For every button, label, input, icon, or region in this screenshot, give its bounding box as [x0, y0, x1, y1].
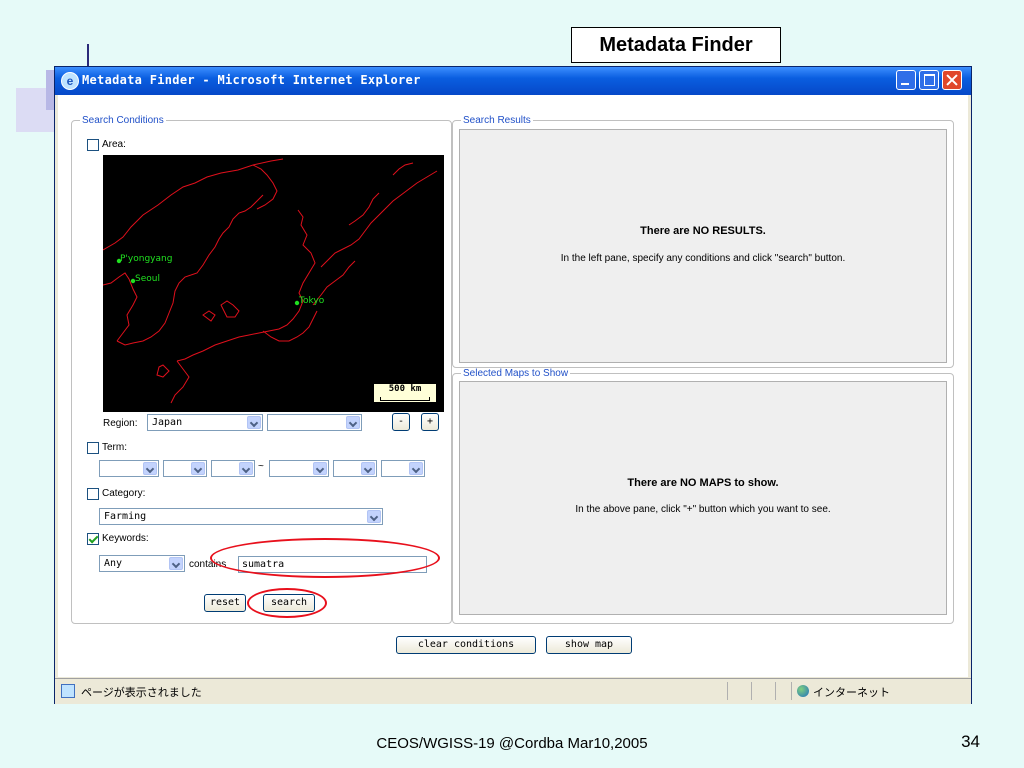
- chevron-down-icon: [313, 462, 327, 475]
- term-checkbox[interactable]: [87, 442, 99, 454]
- highlight-ellipse-search: [247, 588, 327, 618]
- status-bar: ページが表示されました インターネット: [55, 678, 971, 704]
- highlight-ellipse-keywords: [210, 538, 440, 578]
- chevron-down-icon: [247, 416, 261, 429]
- selected-maps-pane: There are NO MAPS to show. In the above …: [459, 381, 947, 615]
- chevron-down-icon: [361, 462, 375, 475]
- maximize-button[interactable]: [919, 70, 939, 90]
- chevron-down-icon: [367, 510, 381, 523]
- area-label: Area:: [102, 139, 126, 150]
- reset-button[interactable]: reset: [204, 594, 246, 612]
- close-button[interactable]: [942, 70, 962, 90]
- show-map-button[interactable]: show map: [546, 636, 632, 654]
- chevron-down-icon: [346, 416, 360, 429]
- keywords-mode-select[interactable]: Any: [99, 555, 185, 572]
- scale-label: 500 km: [388, 384, 422, 394]
- category-select[interactable]: Farming: [99, 508, 383, 525]
- term-label: Term:: [102, 442, 127, 453]
- region-value: Japan: [152, 417, 183, 428]
- chevron-down-icon: [239, 462, 253, 475]
- term-from-day-select[interactable]: [211, 460, 255, 477]
- slide-footer: CEOS/WGISS-19 @Cordba Mar10,2005: [376, 735, 648, 752]
- title-bar[interactable]: e Metadata Finder - Microsoft Internet E…: [55, 67, 971, 95]
- status-text: ページが表示されました: [81, 686, 202, 699]
- page-icon: [61, 684, 75, 698]
- city-label-seoul: Seoul: [135, 274, 160, 284]
- chevron-down-icon: [169, 557, 183, 570]
- category-label: Category:: [102, 488, 146, 499]
- area-map[interactable]: P'yongyang Seoul Tokyo 500 km: [103, 155, 444, 412]
- chevron-down-icon: [191, 462, 205, 475]
- status-divider: [775, 682, 776, 700]
- zoom-in-button[interactable]: +: [421, 413, 439, 431]
- no-results-message: There are NO RESULTS.: [640, 225, 766, 237]
- clear-conditions-button[interactable]: clear conditions: [396, 636, 536, 654]
- status-divider: [791, 682, 792, 700]
- no-results-hint: In the left pane, specify any conditions…: [560, 253, 846, 264]
- region-label: Region:: [103, 418, 138, 429]
- map-scale-bar: 500 km: [373, 383, 437, 403]
- zoom-out-button[interactable]: -: [392, 413, 410, 431]
- globe-icon: [797, 685, 809, 697]
- search-results-pane: There are NO RESULTS. In the left pane, …: [459, 129, 947, 363]
- term-to-day-select[interactable]: [381, 460, 425, 477]
- selected-maps-legend: Selected Maps to Show: [463, 368, 569, 379]
- window-title: Metadata Finder - Microsoft Internet Exp…: [82, 73, 421, 87]
- page-content: Search Conditions Area: P'yongyang Seoul…: [58, 95, 968, 677]
- ie-icon: e: [61, 72, 79, 90]
- page-number: 34: [961, 732, 980, 751]
- city-label-tokyo: Tokyo: [298, 296, 325, 306]
- term-from-month-select[interactable]: [163, 460, 207, 477]
- area-checkbox[interactable]: [87, 139, 99, 151]
- search-conditions-legend: Search Conditions: [82, 115, 164, 126]
- minimize-button[interactable]: [896, 70, 916, 90]
- category-checkbox[interactable]: [87, 488, 99, 500]
- slide-title: Metadata Finder: [571, 27, 781, 63]
- sub-region-select[interactable]: [267, 414, 362, 431]
- keywords-mode-value: Any: [104, 558, 123, 569]
- search-results-legend: Search Results: [463, 115, 531, 126]
- keywords-label: Keywords:: [102, 533, 149, 544]
- scale-ruler: [380, 397, 430, 401]
- category-value: Farming: [104, 511, 147, 522]
- chevron-down-icon: [143, 462, 157, 475]
- region-select[interactable]: Japan: [147, 414, 263, 431]
- term-from-year-select[interactable]: [99, 460, 159, 477]
- keywords-checkbox[interactable]: [87, 533, 99, 545]
- status-divider: [751, 682, 752, 700]
- security-zone-label: インターネット: [813, 686, 890, 699]
- browser-window: e Metadata Finder - Microsoft Internet E…: [54, 66, 972, 704]
- chevron-down-icon: [409, 462, 423, 475]
- term-to-month-select[interactable]: [333, 460, 377, 477]
- map-coastlines: P'yongyang Seoul Tokyo: [103, 158, 438, 404]
- term-separator: ~: [258, 461, 264, 472]
- no-maps-hint: In the above pane, click "+" button whic…: [575, 504, 831, 515]
- term-to-year-select[interactable]: [269, 460, 329, 477]
- no-maps-message: There are NO MAPS to show.: [627, 477, 779, 489]
- city-label-pyongyang: P'yongyang: [120, 254, 172, 264]
- status-divider: [727, 682, 728, 700]
